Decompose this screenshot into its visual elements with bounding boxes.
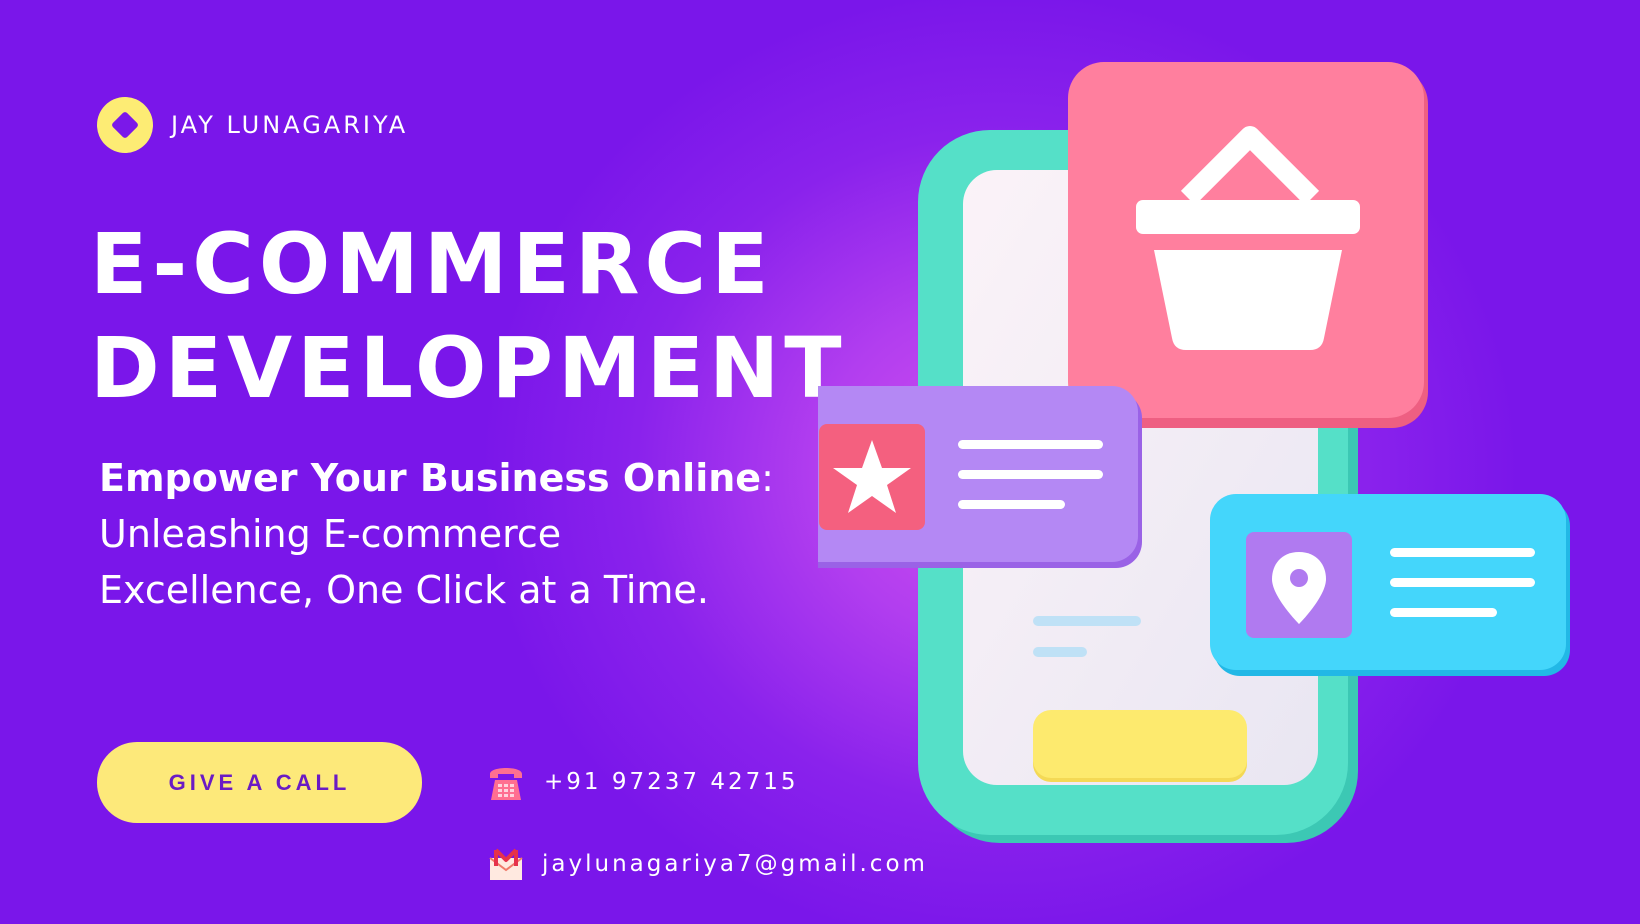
location-card (1210, 494, 1570, 676)
tagline-bold: Empower Your Business Online (99, 456, 762, 500)
gmail-envelope-icon (489, 848, 523, 880)
star-card (818, 386, 1142, 568)
headline-line-2: DEVELOPMENT (90, 319, 847, 417)
brand-name: JAY LUNAGARIYA (171, 111, 409, 139)
tagline: Empower Your Business Online: Unleashing… (99, 450, 859, 618)
phone-number[interactable]: +91 97237 42715 (544, 769, 799, 795)
telephone-icon (490, 768, 522, 800)
tagline-line-2: Unleashing E-commerce (99, 512, 562, 556)
headline: E-COMMERCE DEVELOPMENT (90, 212, 847, 420)
give-a-call-button[interactable]: GIVE A CALL (97, 742, 422, 823)
shopping-basket-icon (1068, 62, 1428, 428)
diamond-logo-icon (97, 97, 153, 153)
ecommerce-illustration (818, 62, 1570, 843)
brand-logo: JAY LUNAGARIYA (97, 97, 408, 153)
phone-contact[interactable]: +91 97237 42715 (486, 762, 799, 802)
tagline-colon: : (761, 456, 774, 500)
promo-banner: JAY LUNAGARIYA E-COMMERCE DEVELOPMENT Em… (0, 0, 1640, 924)
tagline-line-3: Excellence, One Click at a Time. (99, 568, 709, 612)
headline-line-1: E-COMMERCE (90, 215, 774, 313)
tagline-line-1: Empower Your Business Online: (99, 450, 859, 506)
